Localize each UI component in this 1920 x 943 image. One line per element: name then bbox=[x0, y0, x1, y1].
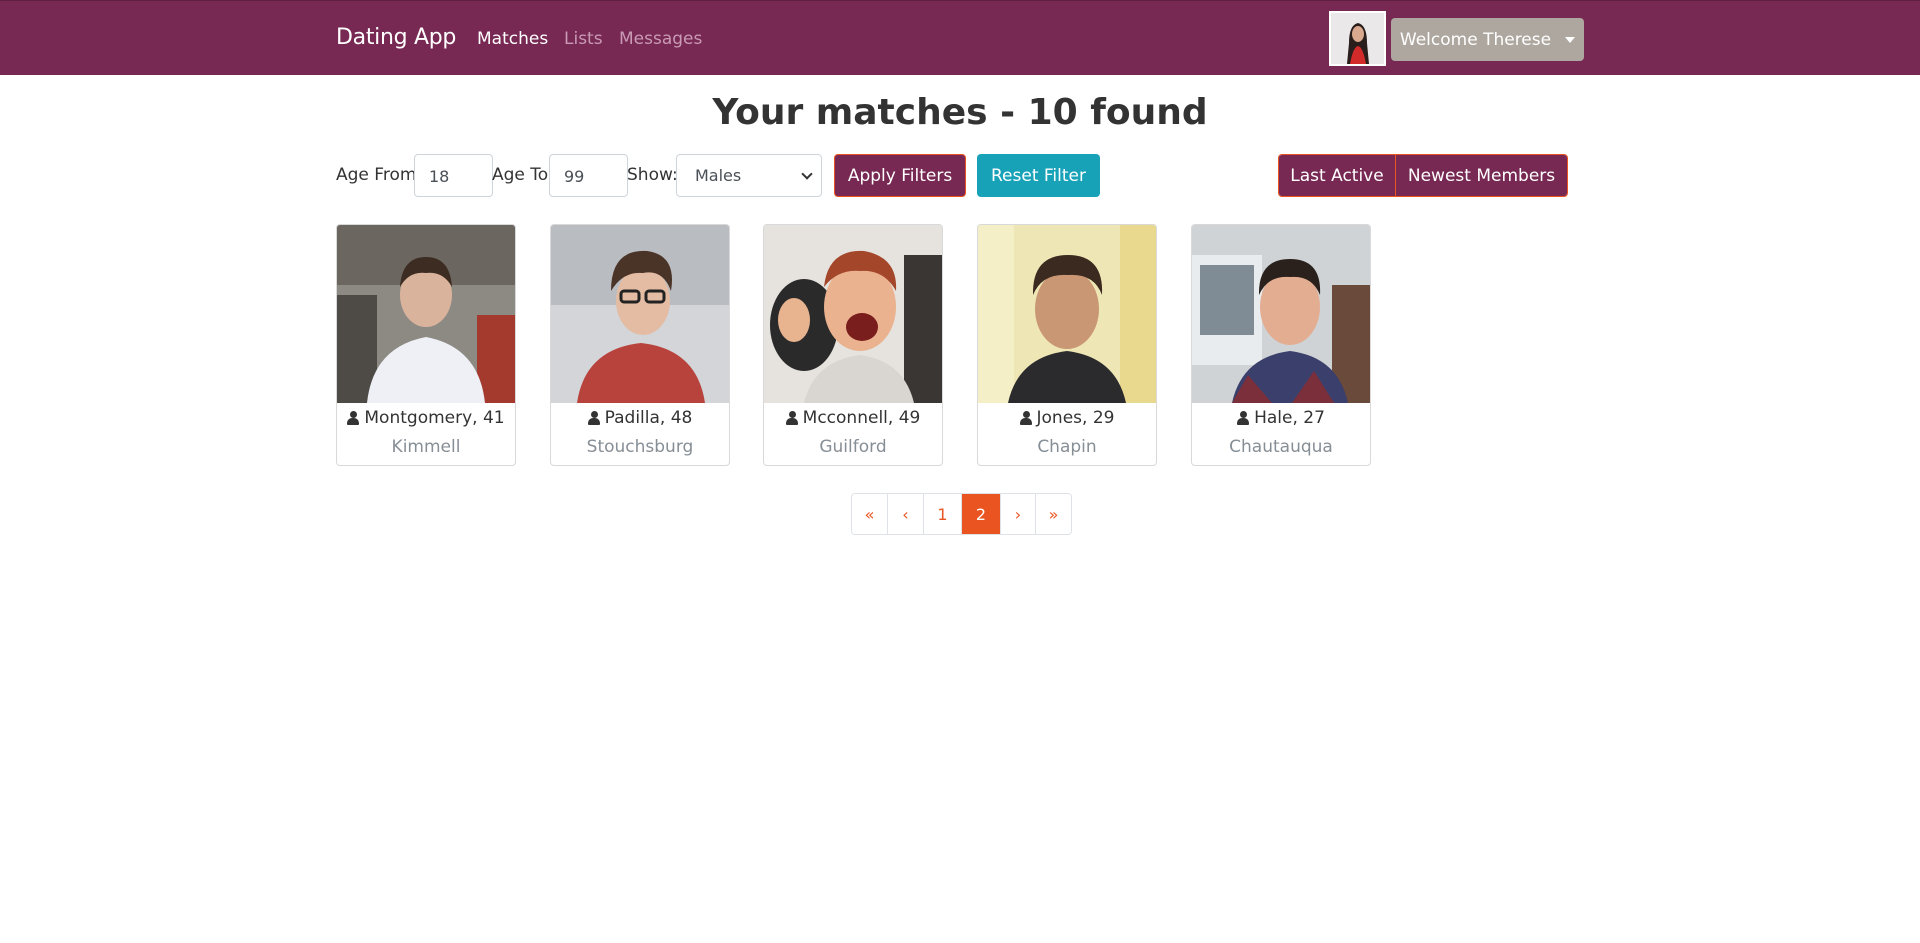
age-from-input[interactable]: 18 bbox=[414, 154, 493, 197]
page-title: Your matches - 10 found bbox=[712, 92, 1208, 133]
welcome-label: Welcome Therese bbox=[1399, 29, 1552, 50]
pagination-page-1[interactable]: 1 bbox=[924, 494, 962, 534]
chevron-down-icon bbox=[801, 167, 813, 180]
member-city: Chautauqua bbox=[1229, 437, 1333, 457]
member-photo bbox=[551, 225, 729, 403]
member-name: Hale, 27 bbox=[1254, 408, 1325, 428]
member-card[interactable]: Hale, 27 Chautauqua bbox=[1191, 224, 1371, 466]
sort-button-group: Last Active Newest Members bbox=[1278, 154, 1568, 197]
member-card[interactable]: Mcconnell, 49 Guilford bbox=[763, 224, 943, 466]
caret-down-icon bbox=[1565, 36, 1576, 43]
member-name: Padilla, 48 bbox=[604, 408, 693, 428]
newest-members-button[interactable]: Newest Members bbox=[1396, 155, 1567, 196]
user-icon bbox=[587, 411, 600, 425]
pagination-next[interactable]: › bbox=[1001, 494, 1036, 534]
age-to-label: Age To bbox=[492, 165, 549, 185]
age-from-label: Age From bbox=[336, 165, 417, 185]
member-name: Mcconnell, 49 bbox=[802, 408, 921, 428]
user-icon bbox=[1237, 411, 1250, 425]
member-card[interactable]: Jones, 29 Chapin bbox=[977, 224, 1157, 466]
member-name: Montgomery, 41 bbox=[364, 408, 505, 428]
last-active-button[interactable]: Last Active bbox=[1279, 155, 1396, 196]
member-city: Stouchsburg bbox=[586, 437, 694, 457]
gender-select[interactable]: Males bbox=[676, 154, 822, 197]
apply-filters-button[interactable]: Apply Filters bbox=[834, 154, 966, 197]
user-icon bbox=[347, 411, 360, 425]
pagination: « ‹ 1 2 › » bbox=[851, 493, 1072, 535]
pagination-last[interactable]: » bbox=[1036, 494, 1071, 534]
brand-link[interactable]: Dating App bbox=[336, 25, 456, 50]
member-photo bbox=[1192, 225, 1370, 403]
reset-filter-button[interactable]: Reset Filter bbox=[977, 154, 1100, 197]
member-city: Guilford bbox=[819, 437, 887, 457]
pagination-first[interactable]: « bbox=[852, 494, 888, 534]
member-photo bbox=[337, 225, 515, 403]
nav-link-matches[interactable]: Matches bbox=[477, 29, 548, 49]
member-photo bbox=[764, 225, 942, 403]
welcome-dropdown-button[interactable]: Welcome Therese bbox=[1391, 18, 1584, 61]
user-avatar bbox=[1329, 11, 1386, 66]
age-to-input[interactable]: 99 bbox=[549, 154, 628, 197]
gender-select-value: Males bbox=[695, 166, 742, 185]
pagination-prev[interactable]: ‹ bbox=[888, 494, 924, 534]
member-name: Jones, 29 bbox=[1036, 408, 1115, 428]
top-navbar: Dating App Matches Lists Messages Welcom… bbox=[0, 0, 1920, 75]
nav-link-lists[interactable]: Lists bbox=[564, 29, 603, 49]
member-photo bbox=[978, 225, 1156, 403]
member-city: Chapin bbox=[1037, 437, 1097, 457]
nav-link-messages[interactable]: Messages bbox=[619, 29, 702, 49]
pagination-page-2[interactable]: 2 bbox=[962, 494, 1001, 534]
show-label: Show: bbox=[627, 165, 678, 185]
member-city: Kimmell bbox=[391, 437, 461, 457]
user-icon bbox=[785, 411, 798, 425]
user-icon bbox=[1019, 411, 1032, 425]
member-card[interactable]: Padilla, 48 Stouchsburg bbox=[550, 224, 730, 466]
member-card[interactable]: Montgomery, 41 Kimmell bbox=[336, 224, 516, 466]
